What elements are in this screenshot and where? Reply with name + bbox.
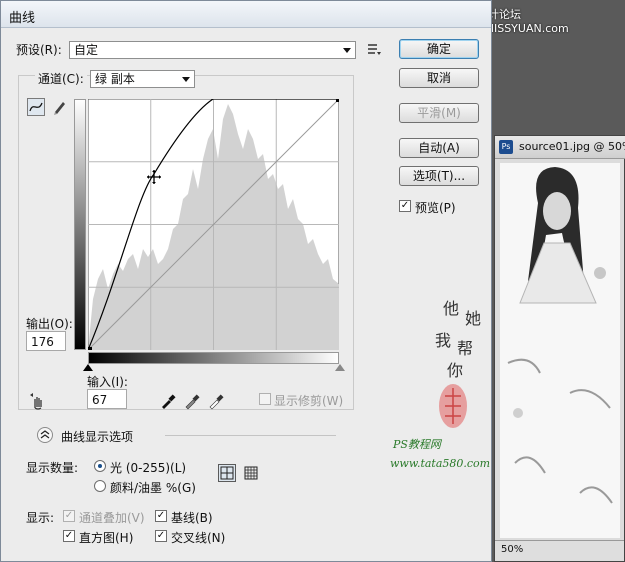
grid-10-icon[interactable] — [242, 464, 260, 482]
preview-label[interactable]: 预览(P) — [415, 199, 456, 216]
document-title: source01.jpg @ 50% — [519, 140, 625, 153]
light-radio[interactable] — [94, 460, 106, 472]
show-amount-label: 显示数量: — [26, 461, 79, 475]
baseline-label[interactable]: 基线(B) — [171, 509, 213, 526]
intersection-label[interactable]: 交叉线(N) — [171, 529, 225, 546]
title-bar[interactable]: 曲线 — [1, 1, 491, 28]
cancel-button[interactable]: 取消 — [399, 68, 479, 88]
black-point-slider[interactable] — [83, 364, 93, 371]
chevron-up-icon[interactable] — [37, 427, 53, 443]
light-label[interactable]: 光 (0-255)(L) — [110, 459, 186, 476]
svg-text:我: 我 — [435, 331, 451, 350]
channel-label: 通道(C): — [35, 70, 87, 87]
site-name: PS教程网 — [393, 438, 441, 451]
channel-overlay-checkbox[interactable]: ✓ — [63, 510, 75, 522]
zoom-level[interactable]: 50% — [501, 544, 523, 555]
show-clipping-checkbox[interactable] — [259, 393, 271, 405]
grid-4-icon[interactable] — [218, 464, 236, 482]
intersection-checkbox[interactable]: ✓ — [155, 530, 167, 542]
photoshop-icon: Ps — [499, 140, 513, 154]
smooth-button[interactable]: 平滑(M) — [399, 103, 479, 123]
eyedropper-white-icon[interactable] — [207, 392, 225, 410]
curve-graph[interactable] — [88, 99, 339, 350]
curves-dialog: 曲线 预设(R): 自定 确定 取消 平滑(M) 自动(A) 选项(T)... … — [0, 0, 492, 562]
svg-text:你: 你 — [447, 361, 463, 380]
portrait-image — [500, 163, 620, 538]
document-tab[interactable]: Ps source01.jpg @ 50% — [495, 136, 625, 159]
preset-label: 预设(R): — [16, 43, 62, 57]
input-field[interactable]: 67 — [87, 389, 127, 409]
auto-button[interactable]: 自动(A) — [399, 138, 479, 158]
eyedropper-black-icon[interactable] — [159, 392, 177, 410]
options-button[interactable]: 选项(T)... — [399, 166, 479, 186]
calligraphy-watermark: 他 她 我 帮 你 — [435, 299, 481, 428]
baseline-checkbox[interactable]: ✓ — [155, 510, 167, 522]
input-label: 输入(I): — [87, 375, 128, 389]
pencil-icon[interactable] — [51, 98, 69, 116]
calligraphy-text: 他 — [443, 299, 459, 318]
channel-select[interactable]: 绿 副本 — [90, 70, 195, 88]
dialog-title: 曲线 — [9, 11, 36, 26]
eyedropper-gray-icon[interactable] — [183, 392, 201, 410]
preset-value: 自定 — [74, 43, 99, 57]
show-label: 显示: — [26, 511, 55, 525]
divider — [165, 435, 336, 436]
curve-options-label: 曲线显示选项 — [61, 430, 134, 444]
input-gradient-bar — [88, 352, 339, 364]
chevron-down-icon — [182, 77, 190, 82]
channel-value: 绿 副本 — [95, 72, 135, 86]
status-bar: 50% — [495, 540, 624, 561]
targeted-adjust-hand-icon[interactable] — [29, 392, 47, 410]
output-field[interactable]: 176 — [26, 331, 66, 351]
ok-button[interactable]: 确定 — [399, 39, 479, 59]
show-clipping-label[interactable]: 显示修剪(W) — [274, 392, 343, 409]
histogram-label[interactable]: 直方图(H) — [79, 529, 133, 546]
pigment-label[interactable]: 颜料/油墨 %(G) — [110, 479, 196, 496]
document-window[interactable]: Ps source01.jpg @ 50% 50% — [494, 135, 625, 562]
preview-checkbox[interactable]: ✓ — [399, 200, 411, 212]
curve-tool-icon[interactable] — [27, 98, 45, 116]
histogram-checkbox[interactable]: ✓ — [63, 530, 75, 542]
channel-overlay-label[interactable]: 通道叠加(V) — [79, 509, 145, 526]
chevron-down-icon — [343, 48, 351, 53]
list-menu-icon[interactable] — [365, 41, 383, 59]
output-gradient-bar — [74, 99, 86, 350]
pigment-radio[interactable] — [94, 480, 106, 492]
output-label: 输出(O): — [26, 317, 73, 331]
site-url: www.tata580.com — [390, 457, 491, 470]
document-canvas[interactable] — [500, 163, 620, 538]
preset-select[interactable]: 自定 — [69, 41, 356, 59]
svg-text:帮: 帮 — [457, 339, 473, 358]
svg-text:她: 她 — [465, 309, 481, 328]
white-point-slider[interactable] — [335, 364, 345, 371]
